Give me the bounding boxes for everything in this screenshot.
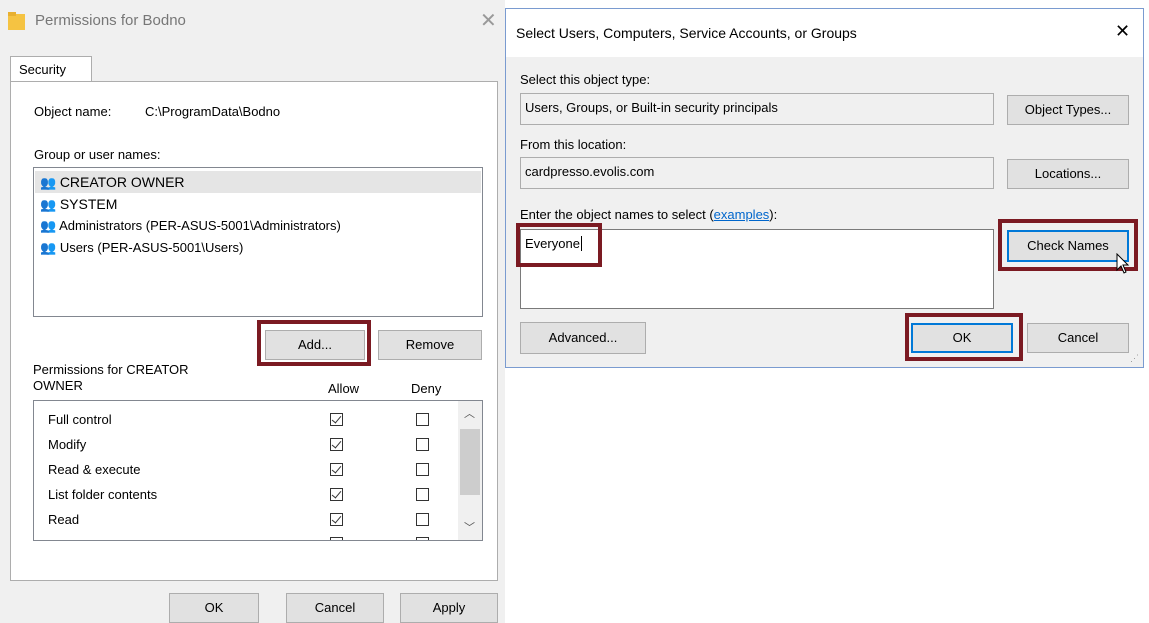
cursor-icon — [1116, 252, 1130, 278]
list-item[interactable]: 👥 SYSTEM — [40, 193, 117, 215]
ok-button[interactable]: OK — [169, 593, 259, 623]
list-item: List folder contents — [48, 487, 158, 502]
list-item[interactable]: 👥 Administrators (PER-ASUS-5001\Administ… — [40, 215, 341, 237]
remove-button[interactable]: Remove — [378, 330, 482, 360]
list-item: Read — [48, 512, 80, 527]
cancel-button[interactable]: Cancel — [1027, 323, 1129, 353]
deny-checkbox[interactable] — [416, 488, 429, 501]
list-item: Full control — [48, 412, 112, 427]
deny-checkbox[interactable] — [416, 413, 429, 426]
advanced-button[interactable]: Advanced... — [520, 322, 646, 354]
user-list[interactable]: 👥 CREATOR OWNER 👥 SYSTEM 👥 Administrator… — [33, 167, 483, 317]
apply-button[interactable]: Apply — [400, 593, 498, 623]
allow-header: Allow — [328, 381, 360, 396]
folder-icon — [8, 12, 25, 30]
deny-checkbox[interactable] — [416, 463, 429, 476]
object-name-value: C:\ProgramData\Bodno — [145, 104, 281, 119]
location-field: cardpresso.evolis.com — [520, 157, 994, 189]
dialog-title: Select Users, Computers, Service Account… — [516, 25, 857, 41]
object-name-label: Object name: — [34, 104, 112, 119]
examples-link[interactable]: examples — [714, 207, 770, 222]
object-types-button[interactable]: Object Types... — [1007, 95, 1129, 125]
allow-checkbox[interactable] — [330, 537, 343, 540]
location-label: From this location: — [520, 137, 627, 152]
users-icon: 👥 — [40, 197, 57, 212]
permissions-dialog: Permissions for Bodno ✕ Security Object … — [0, 0, 505, 623]
users-icon: 👥 — [40, 175, 57, 190]
list-item[interactable]: 👥 Users (PER-ASUS-5001\Users) — [40, 237, 243, 259]
allow-checkbox[interactable] — [330, 513, 343, 526]
names-highlight — [516, 223, 602, 267]
permissions-list[interactable]: Full control Modify Read & execute List … — [33, 400, 483, 541]
enter-names-label: Enter the object names to select (exampl… — [520, 207, 778, 222]
tab-security[interactable]: Security — [10, 56, 92, 82]
list-item: Read & execute — [48, 462, 141, 477]
add-button-highlight — [257, 320, 371, 366]
cancel-button[interactable]: Cancel — [286, 593, 384, 623]
allow-checkbox[interactable] — [330, 463, 343, 476]
close-icon[interactable]: ✕ — [480, 8, 497, 33]
deny-header: Deny — [411, 381, 442, 396]
dialog-title: Permissions for Bodno — [35, 12, 186, 29]
scroll-down-icon[interactable]: ﹀ — [464, 519, 475, 535]
ok-highlight — [905, 313, 1023, 361]
list-item[interactable]: 👥 CREATOR OWNER — [35, 171, 481, 193]
allow-checkbox[interactable] — [330, 413, 343, 426]
scroll-thumb[interactable] — [460, 429, 480, 495]
permissions-for-label: Permissions for CREATOR OWNER — [33, 362, 189, 393]
close-icon[interactable]: ✕ — [1115, 21, 1130, 42]
deny-checkbox[interactable] — [416, 537, 429, 540]
users-icon: 👥 — [40, 240, 57, 255]
allow-checkbox[interactable] — [330, 438, 343, 451]
list-item: Modify — [48, 437, 87, 452]
allow-checkbox[interactable] — [330, 488, 343, 501]
group-label: Group or user names: — [34, 147, 161, 162]
select-users-dialog: Select Users, Computers, Service Account… — [505, 8, 1144, 368]
object-type-field: Users, Groups, or Built-in security prin… — [520, 93, 994, 125]
scrollbar[interactable]: ︿ ﹀ — [458, 401, 482, 540]
users-icon: 👥 — [40, 218, 57, 233]
deny-checkbox[interactable] — [416, 438, 429, 451]
locations-button[interactable]: Locations... — [1007, 159, 1129, 189]
object-type-label: Select this object type: — [520, 72, 651, 87]
deny-checkbox[interactable] — [416, 513, 429, 526]
scroll-up-icon[interactable]: ︿ — [464, 405, 475, 421]
resize-grip-icon[interactable]: ⋰ — [1130, 353, 1139, 364]
